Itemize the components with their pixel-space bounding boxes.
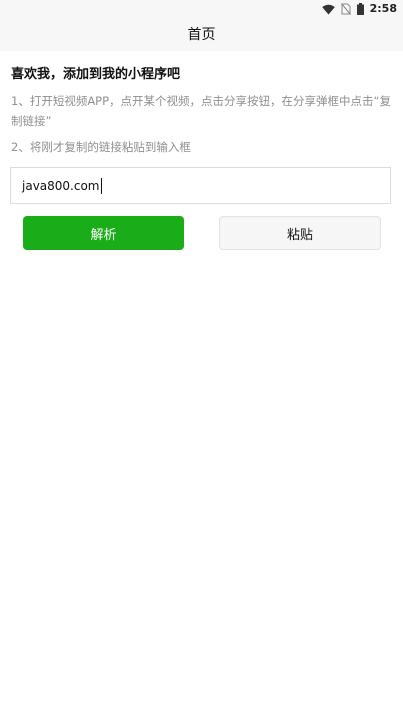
no-sim-icon xyxy=(340,3,351,15)
instruction-2: 2、将刚才复制的链接粘贴到输入框 xyxy=(11,140,191,154)
status-icons: 2:58 xyxy=(321,2,397,16)
status-bar: 2:58 xyxy=(0,0,403,17)
heading: 喜欢我，添加到我的小程序吧 xyxy=(11,67,181,82)
status-time: 2:58 xyxy=(369,2,397,15)
instruction-1: 1、打开短视频APP，点开某个视频，点击分享按钮，在分享弹框中点击“复制链接” xyxy=(11,94,392,128)
url-input[interactable]: java800.com xyxy=(10,167,391,204)
nav-bar: 首页 xyxy=(0,17,403,51)
battery-icon xyxy=(356,3,364,15)
parse-button[interactable]: 解析 xyxy=(23,216,184,250)
text-caret xyxy=(100,177,102,194)
wifi-icon xyxy=(321,4,335,14)
url-input-value: java800.com xyxy=(22,178,100,193)
page-title: 首页 xyxy=(187,27,216,43)
paste-button[interactable]: 粘贴 xyxy=(219,216,381,250)
app-screen: 2:58 首页 喜欢我，添加到我的小程序吧 1、打开短视频APP，点开某个视频，… xyxy=(0,0,403,718)
